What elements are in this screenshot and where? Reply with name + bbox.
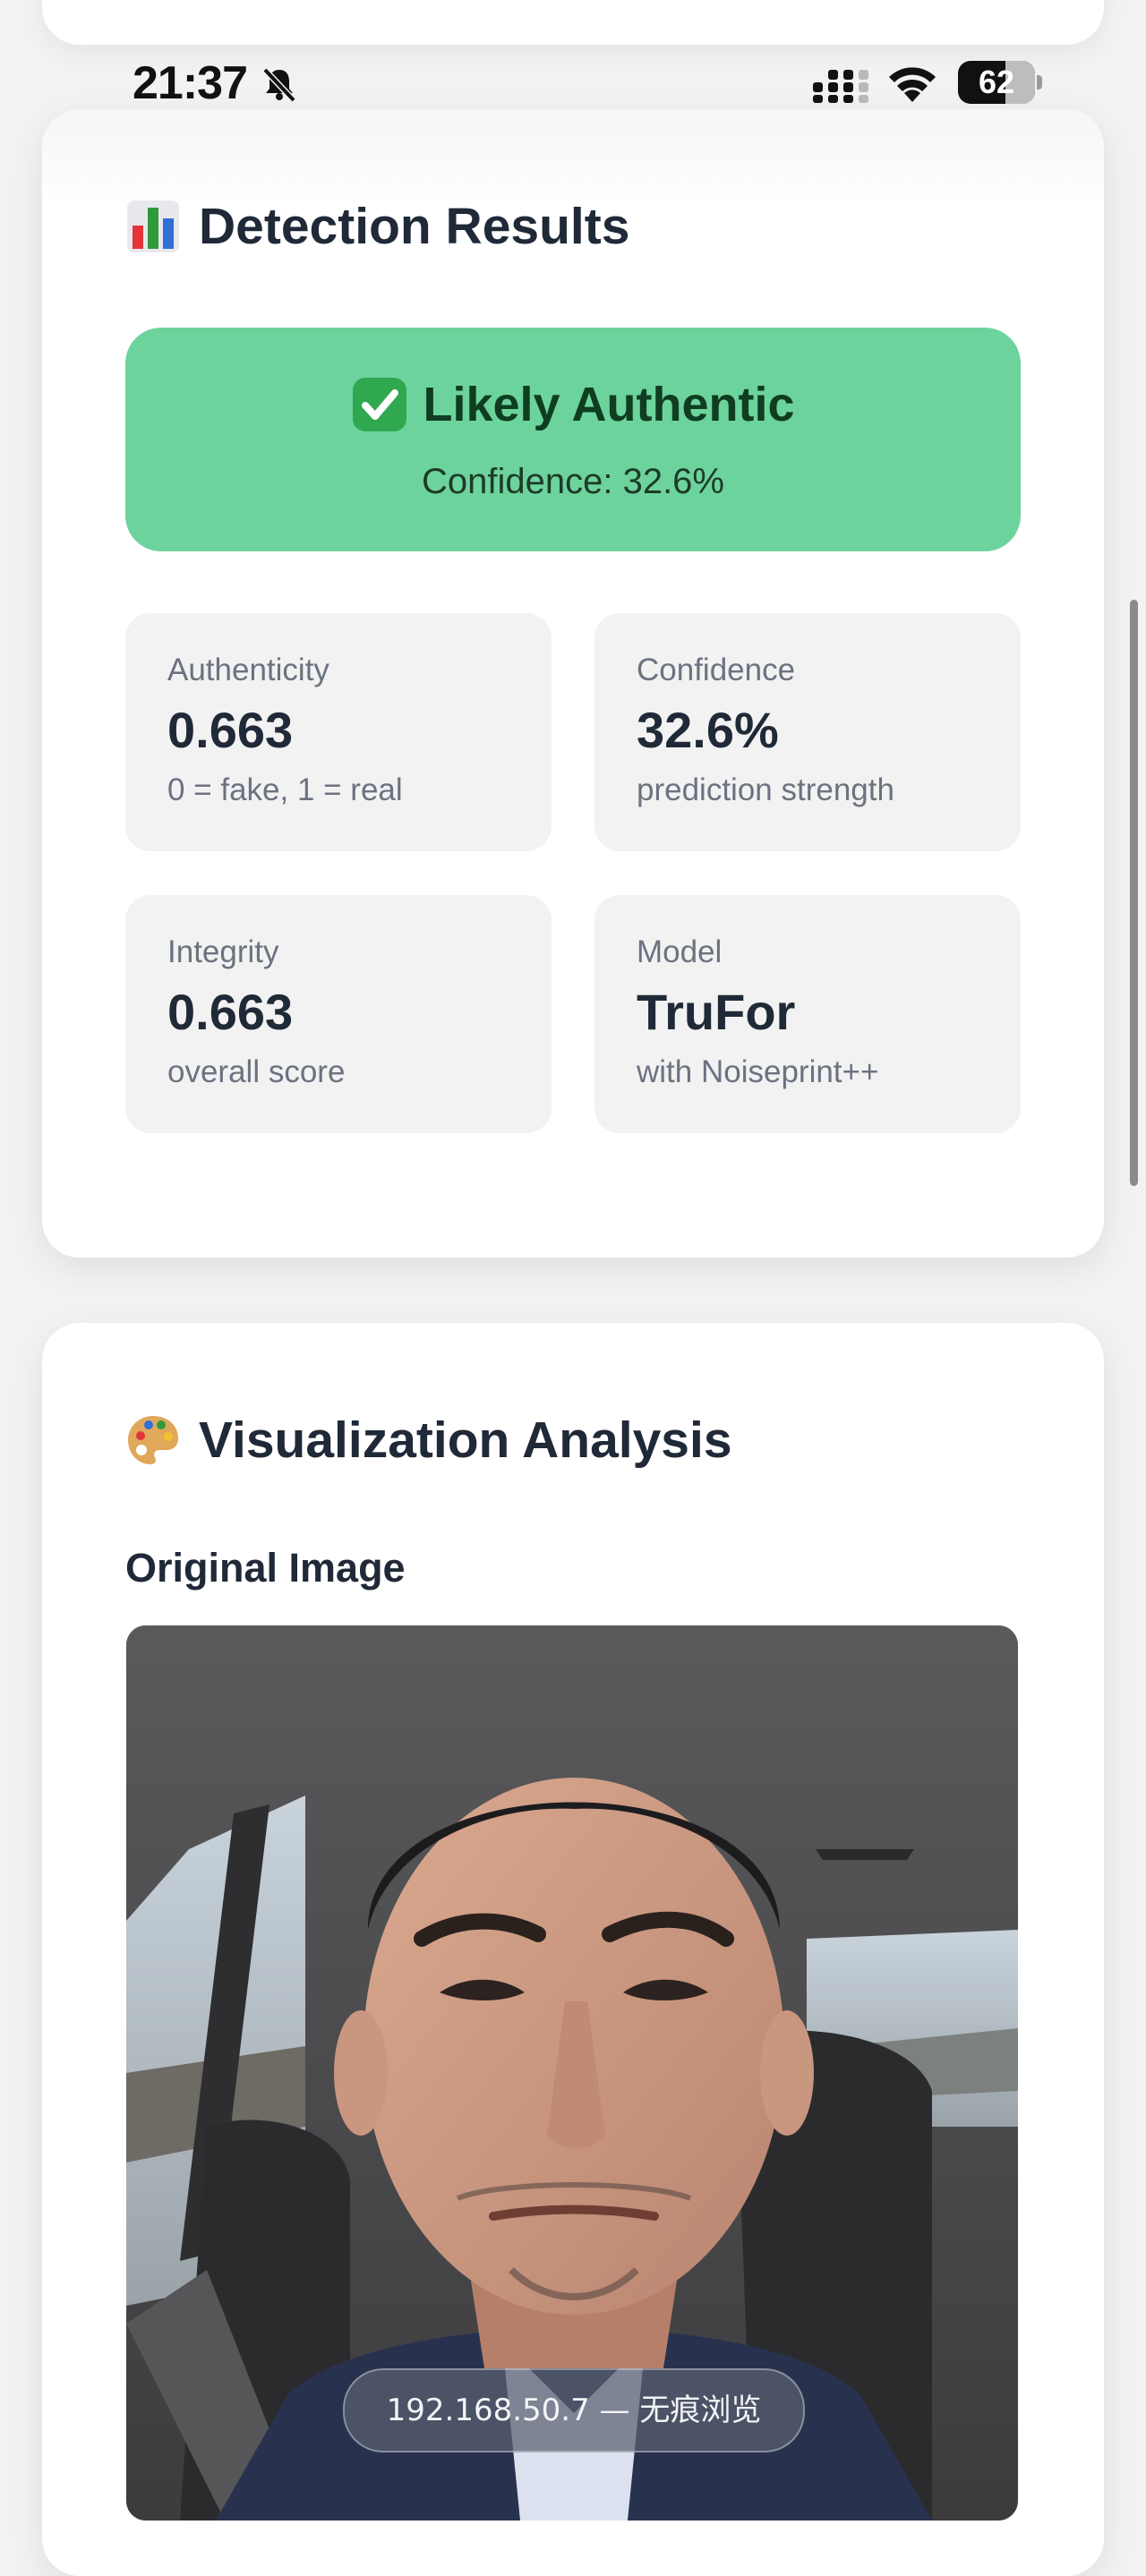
status-bar: 21:37 62 [0, 52, 1146, 115]
bar-chart-icon [127, 200, 179, 252]
visualization-title: Visualization Analysis [199, 1412, 732, 1469]
battery-cap [1037, 75, 1042, 90]
detection-results-heading: Detection Results [125, 197, 629, 256]
battery-indicator: 62 [958, 61, 1042, 104]
metric-label: Authenticity [167, 653, 329, 687]
original-image-label: Original Image [125, 1545, 406, 1591]
palette-icon [128, 1416, 178, 1464]
detection-results-card: Detection Results Likely Authentic Confi… [42, 109, 1104, 1258]
cellular-signal-icon [813, 70, 868, 103]
battery-body: 62 [958, 61, 1035, 104]
metric-label: Integrity [167, 934, 279, 969]
verdict-headline: Likely Authentic [125, 376, 1021, 433]
metric-value: TruFor [637, 984, 796, 1040]
verdict-confidence: Confidence: 32.6% [421, 462, 724, 501]
bell-muted-icon [262, 67, 296, 103]
check-mark-icon [353, 378, 407, 431]
detection-results-title: Detection Results [199, 198, 630, 255]
metric-note: prediction strength [637, 772, 894, 807]
metric-value: 0.663 [167, 702, 294, 758]
wifi-icon [889, 67, 936, 102]
metric-value: 32.6% [637, 702, 779, 758]
metric-note: 0 = fake, 1 = real [167, 772, 403, 807]
metric-value: 0.663 [167, 984, 294, 1040]
metric-label: Model [637, 934, 723, 969]
metric-integrity: Integrity 0.663 overall score [125, 895, 552, 1133]
status-time: 21:37 [133, 57, 248, 109]
verdict-banner: Likely Authentic Confidence: 32.6% [125, 328, 1021, 551]
page-scrollbar[interactable] [1130, 600, 1138, 1186]
metric-note: with Noiseprint++ [637, 1054, 879, 1089]
verdict-label: Likely Authentic [423, 378, 795, 431]
metric-model: Model TruFor with Noiseprint++ [594, 895, 1021, 1133]
metric-confidence: Confidence 32.6% prediction strength [594, 613, 1021, 851]
previous-card [42, 0, 1104, 45]
visualization-heading: Visualization Analysis [125, 1411, 732, 1470]
metric-label: Confidence [637, 653, 796, 687]
metric-note: overall score [167, 1054, 346, 1089]
battery-level: 62 [978, 64, 1015, 100]
browser-address-pill[interactable]: 192.168.50.7 — 无痕浏览 [343, 2368, 805, 2452]
metric-authenticity: Authenticity 0.663 0 = fake, 1 = real [125, 613, 552, 851]
